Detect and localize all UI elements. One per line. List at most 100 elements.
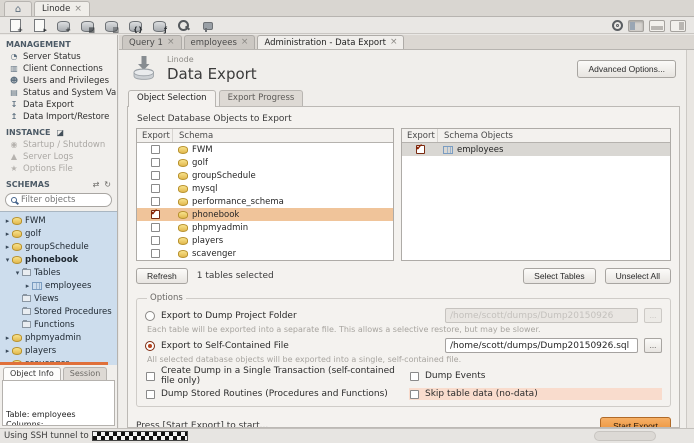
document-tab[interactable]: employees (184, 35, 256, 49)
export-mode-radio[interactable] (145, 341, 155, 351)
select-tables-button[interactable]: Select Tables (523, 268, 595, 284)
dump-option-checkbox[interactable] (410, 372, 419, 381)
schema-tree-item[interactable]: employees (0, 279, 117, 292)
table-row[interactable]: scavenger (137, 247, 393, 260)
table-row[interactable]: mysql (137, 182, 393, 195)
connection-tab[interactable]: Linode (34, 1, 90, 16)
start-export-button[interactable]: Start Export (600, 417, 671, 428)
subtab[interactable]: Object Selection (128, 90, 216, 107)
close-icon[interactable] (390, 38, 398, 47)
document-tab[interactable]: Query 1 (122, 35, 182, 49)
export-checkbox[interactable] (151, 197, 160, 206)
sidebar-item[interactable]: Data Export (0, 99, 117, 111)
tree-arrow-icon[interactable] (3, 230, 12, 238)
export-mode-radio[interactable] (145, 311, 155, 321)
browse-button[interactable]: ... (644, 308, 662, 323)
table-row[interactable]: performance_schema (137, 195, 393, 208)
export-checkbox[interactable] (151, 184, 160, 193)
schema-tree-item[interactable]: groupSchedule (0, 240, 117, 253)
sidebar-item[interactable]: Startup / Shutdown (0, 139, 117, 151)
close-icon[interactable] (241, 38, 249, 47)
export-checkbox[interactable] (151, 236, 160, 245)
close-icon[interactable] (167, 38, 175, 47)
tree-arrow-icon[interactable] (3, 347, 12, 355)
object-info-tabs: Object Info Session (0, 367, 117, 380)
dump-option-checkbox[interactable] (410, 390, 419, 399)
create-function-icon[interactable]: ƒ (152, 19, 167, 32)
tree-arrow-icon[interactable] (3, 334, 12, 342)
advanced-options-button[interactable]: Advanced Options... (577, 60, 676, 78)
toggle-bottom-panel-button[interactable] (649, 20, 665, 32)
subtab[interactable]: Export Progress (219, 90, 304, 106)
schema-tree-item[interactable]: phpmyadmin (0, 331, 117, 344)
search-table-data-icon[interactable] (176, 19, 191, 32)
create-view-icon[interactable]: ▥ (104, 19, 119, 32)
table-row[interactable]: players (137, 234, 393, 247)
toggle-right-sidebar-button[interactable] (670, 20, 686, 32)
schema-tree-item[interactable]: players (0, 344, 117, 357)
schema-tree-item[interactable]: Stored Procedures (0, 305, 117, 318)
export-path-input[interactable] (445, 338, 638, 353)
export-checkbox[interactable] (416, 145, 425, 154)
schema-tree-item[interactable]: phonebook (0, 253, 117, 266)
tree-arrow-icon[interactable] (3, 217, 12, 225)
table-row[interactable]: phonebook (137, 208, 393, 221)
schema-tree-item[interactable]: FWM (0, 214, 117, 227)
close-icon[interactable] (74, 5, 82, 14)
tree-node-icon (22, 295, 31, 302)
schema-tree-item[interactable]: Views (0, 292, 117, 305)
sidebar-item[interactable]: Server Status (0, 51, 117, 63)
export-checkbox[interactable] (151, 223, 160, 232)
unselect-all-button[interactable]: Unselect All (605, 268, 671, 284)
table-row[interactable]: phpmyadmin (137, 221, 393, 234)
create-procedure-icon[interactable]: {} (128, 19, 143, 32)
schema-icon (178, 159, 188, 167)
reconnect-dbms-icon[interactable] (200, 19, 215, 32)
dump-option-checkbox[interactable] (146, 372, 155, 381)
table-row[interactable]: employees (402, 143, 670, 156)
export-checkbox[interactable] (151, 158, 160, 167)
tree-arrow-icon[interactable] (13, 269, 22, 277)
sidebar-item[interactable]: Data Import/Restore (0, 111, 117, 123)
export-checkbox[interactable] (151, 171, 160, 180)
refresh-button[interactable]: Refresh (136, 268, 188, 284)
filter-objects-input[interactable] (21, 195, 106, 205)
navigator-sidebar: MANAGEMENT Server Status Client Connecti… (0, 35, 118, 428)
dump-option-checkbox[interactable] (146, 390, 155, 399)
export-checkbox[interactable] (151, 210, 160, 219)
vertical-scrollbar[interactable] (686, 50, 694, 428)
object-info-tab[interactable]: Object Info (3, 367, 61, 380)
tree-arrow-icon[interactable] (3, 243, 12, 251)
schema-tree-item[interactable]: Functions (0, 318, 117, 331)
sidebar-item[interactable]: Options File (0, 163, 117, 175)
home-tab[interactable]: ⌂ (4, 1, 32, 16)
schema-tree-item[interactable]: golf (0, 227, 117, 240)
export-path-input[interactable] (445, 308, 638, 323)
browse-button[interactable]: ... (644, 338, 662, 353)
open-sql-script-icon[interactable]: ▸ (32, 19, 47, 32)
tree-arrow-icon[interactable] (3, 256, 12, 264)
sidebar-item-label: Users and Privileges (23, 76, 109, 86)
settings-icon[interactable] (612, 20, 623, 31)
create-schema-icon[interactable]: + (56, 19, 71, 32)
object-info-tab[interactable]: Session (63, 367, 108, 380)
document-tab[interactable]: Administration - Data Export (257, 35, 404, 49)
table-row[interactable]: FWM (137, 143, 393, 156)
horizontal-scrollbar[interactable] (0, 362, 108, 365)
main-area: Query 1 employees Administration - Data … (119, 35, 694, 428)
sidebar-item[interactable]: Server Logs (0, 151, 117, 163)
sidebar-item[interactable]: Users and Privileges (0, 75, 117, 87)
sidebar-item[interactable]: Client Connections (0, 63, 117, 75)
toggle-left-sidebar-button[interactable] (628, 20, 644, 32)
tree-arrow-icon[interactable] (23, 282, 32, 290)
export-checkbox[interactable] (151, 249, 160, 258)
schema-tree-item[interactable]: Tables (0, 266, 117, 279)
export-checkbox[interactable] (151, 145, 160, 154)
table-row[interactable]: groupSchedule (137, 169, 393, 182)
refresh-schemas-icon[interactable]: ↻ (104, 180, 111, 189)
expand-collapse-icon[interactable]: ⇄ (93, 180, 100, 189)
create-table-icon[interactable]: ▦ (80, 19, 95, 32)
table-row[interactable]: golf (137, 156, 393, 169)
new-query-tab-icon[interactable]: + (8, 19, 23, 32)
sidebar-item[interactable]: Status and System Variables (0, 87, 117, 99)
